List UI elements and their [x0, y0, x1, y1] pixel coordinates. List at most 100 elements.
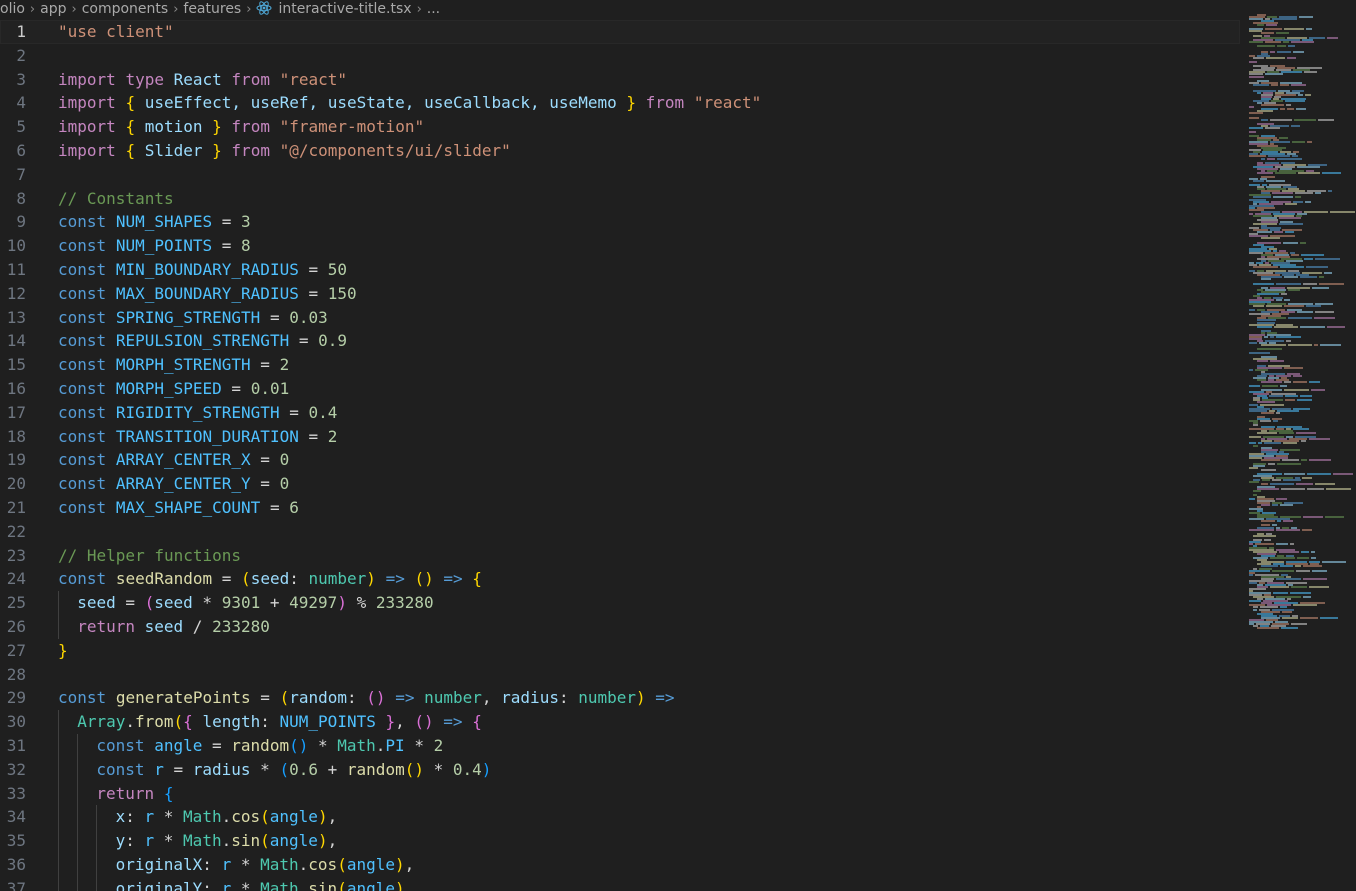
- line-number[interactable]: 19: [0, 448, 26, 472]
- code-line[interactable]: 28: [0, 663, 1240, 687]
- code-line[interactable]: 29 const generatePoints = (random: () => …: [0, 686, 1240, 710]
- line-number[interactable]: 13: [0, 306, 26, 330]
- code-line[interactable]: 12 const MAX_BOUNDARY_RADIUS = 150: [0, 282, 1240, 306]
- line-number[interactable]: 10: [0, 234, 26, 258]
- code-line[interactable]: 37 originalY: r * Math.sin(angle),: [0, 876, 1240, 891]
- code-text[interactable]: const MIN_BOUNDARY_RADIUS = 50: [58, 258, 347, 282]
- code-line[interactable]: 2: [0, 44, 1240, 68]
- line-number[interactable]: 36: [0, 853, 26, 877]
- line-number[interactable]: 34: [0, 805, 26, 829]
- code-line[interactable]: 31 const angle = random() * Math.PI * 2: [0, 734, 1240, 758]
- code-text[interactable]: import { motion } from "framer-motion": [58, 115, 424, 139]
- code-line[interactable]: 22: [0, 520, 1240, 544]
- line-number[interactable]: 17: [0, 401, 26, 425]
- code-line[interactable]: 36 originalX: r * Math.cos(angle),: [0, 853, 1240, 877]
- code-text[interactable]: import type React from "react": [58, 68, 347, 92]
- code-line[interactable]: 11 const MIN_BOUNDARY_RADIUS = 50: [0, 258, 1240, 282]
- line-number[interactable]: 20: [0, 472, 26, 496]
- line-number[interactable]: 31: [0, 734, 26, 758]
- line-number[interactable]: 30: [0, 710, 26, 734]
- code-line[interactable]: 16 const MORPH_SPEED = 0.01: [0, 377, 1240, 401]
- code-text[interactable]: const MAX_BOUNDARY_RADIUS = 150: [58, 282, 357, 306]
- line-number[interactable]: 24: [0, 567, 26, 591]
- code-line[interactable]: 5 import { motion } from "framer-motion": [0, 115, 1240, 139]
- line-number[interactable]: 27: [0, 639, 26, 663]
- breadcrumb-item-app[interactable]: app: [40, 1, 66, 17]
- line-number[interactable]: 3: [0, 68, 26, 92]
- line-number[interactable]: 5: [0, 115, 26, 139]
- code-line[interactable]: 19 const ARRAY_CENTER_X = 0: [0, 448, 1240, 472]
- line-number[interactable]: 26: [0, 615, 26, 639]
- code-text[interactable]: Array.from({ length: NUM_POINTS }, () =>…: [77, 710, 482, 734]
- code-text[interactable]: y: r * Math.sin(angle),: [116, 829, 338, 853]
- code-line[interactable]: 14 const REPULSION_STRENGTH = 0.9: [0, 329, 1240, 353]
- breadcrumb-more[interactable]: ...: [427, 1, 440, 17]
- minimap[interactable]: [1245, 14, 1356, 634]
- code-text[interactable]: // Constants: [58, 187, 174, 211]
- code-line[interactable]: 8 // Constants: [0, 187, 1240, 211]
- code-line[interactable]: 21 const MAX_SHAPE_COUNT = 6: [0, 496, 1240, 520]
- code-line[interactable]: 7: [0, 163, 1240, 187]
- breadcrumb-item-features[interactable]: features: [183, 1, 241, 17]
- code-line[interactable]: 35 y: r * Math.sin(angle),: [0, 829, 1240, 853]
- code-line[interactable]: 27}: [0, 639, 1240, 663]
- code-text[interactable]: const MAX_SHAPE_COUNT = 6: [58, 496, 299, 520]
- breadcrumb-file[interactable]: interactive-title.tsx: [278, 1, 411, 17]
- line-number[interactable]: 33: [0, 782, 26, 806]
- code-line[interactable]: 15 const MORPH_STRENGTH = 2: [0, 353, 1240, 377]
- line-number[interactable]: 23: [0, 544, 26, 568]
- code-text[interactable]: originalX: r * Math.cos(angle),: [116, 853, 415, 877]
- line-number[interactable]: 14: [0, 329, 26, 353]
- code-line[interactable]: 10 const NUM_POINTS = 8: [0, 234, 1240, 258]
- line-number[interactable]: 37: [0, 877, 26, 891]
- code-line[interactable]: 33 return {: [0, 781, 1240, 806]
- code-text[interactable]: const NUM_POINTS = 8: [58, 234, 251, 258]
- code-text[interactable]: x: r * Math.cos(angle),: [116, 805, 338, 829]
- code-line[interactable]: 6 import { Slider } from "@/components/ui…: [0, 139, 1240, 163]
- line-number[interactable]: 15: [0, 353, 26, 377]
- code-line[interactable]: 34 x: r * Math.cos(angle),: [0, 805, 1240, 830]
- code-line[interactable]: 13 const SPRING_STRENGTH = 0.03: [0, 306, 1240, 330]
- code-line[interactable]: 4 import { useEffect, useRef, useState, u…: [0, 91, 1240, 115]
- code-text[interactable]: const SPRING_STRENGTH = 0.03: [58, 306, 328, 330]
- line-number[interactable]: 18: [0, 425, 26, 449]
- code-text[interactable]: const REPULSION_STRENGTH = 0.9: [58, 329, 347, 353]
- line-number[interactable]: 25: [0, 591, 26, 615]
- line-number[interactable]: 32: [0, 758, 26, 782]
- code-line[interactable]: 3 import type React from "react": [0, 68, 1240, 92]
- code-line[interactable]: 24 const seedRandom = (seed: number) => (…: [0, 567, 1240, 591]
- code-text[interactable]: const MORPH_SPEED = 0.01: [58, 377, 289, 401]
- code-text[interactable]: import { Slider } from "@/components/ui/…: [58, 139, 511, 163]
- line-number[interactable]: 22: [0, 520, 26, 544]
- code-text[interactable]: "use client": [58, 20, 174, 44]
- code-text[interactable]: seed = (seed * 9301 + 49297) % 233280: [77, 591, 433, 615]
- code-text[interactable]: const seedRandom = (seed: number) => () …: [58, 567, 482, 591]
- code-text[interactable]: originalY: r * Math.sin(angle),: [116, 877, 415, 891]
- code-line[interactable]: 9 const NUM_SHAPES = 3: [0, 210, 1240, 234]
- code-line[interactable]: 18 const TRANSITION_DURATION = 2: [0, 425, 1240, 449]
- code-text[interactable]: return {: [96, 782, 173, 806]
- code-editor[interactable]: 1 "use client" 2 3 import type React from "r…: [0, 20, 1240, 891]
- code-text[interactable]: const r = radius * (0.6 + random() * 0.4…: [96, 758, 491, 782]
- code-text[interactable]: const ARRAY_CENTER_Y = 0: [58, 472, 289, 496]
- code-line[interactable]: 1 "use client": [0, 20, 1240, 44]
- line-number[interactable]: 9: [0, 210, 26, 234]
- code-line[interactable]: 23 // Helper functions: [0, 544, 1240, 568]
- code-text[interactable]: import { useEffect, useRef, useState, us…: [58, 91, 761, 115]
- code-text[interactable]: const RIGIDITY_STRENGTH = 0.4: [58, 401, 337, 425]
- code-text[interactable]: const TRANSITION_DURATION = 2: [58, 425, 337, 449]
- breadcrumb-item-components[interactable]: components: [82, 1, 169, 17]
- code-text[interactable]: return seed / 233280: [77, 615, 270, 639]
- line-number[interactable]: 29: [0, 686, 26, 710]
- line-number[interactable]: 2: [0, 44, 26, 68]
- line-number[interactable]: 11: [0, 258, 26, 282]
- code-line[interactable]: 20 const ARRAY_CENTER_Y = 0: [0, 472, 1240, 496]
- line-number[interactable]: 6: [0, 139, 26, 163]
- line-number[interactable]: 12: [0, 282, 26, 306]
- line-number[interactable]: 7: [0, 163, 26, 187]
- code-line[interactable]: 32 const r = radius * (0.6 + random() * 0…: [0, 757, 1240, 782]
- code-text[interactable]: // Helper functions: [58, 544, 241, 568]
- code-text[interactable]: const angle = random() * Math.PI * 2: [96, 734, 443, 758]
- code-line[interactable]: 25 seed = (seed * 9301 + 49297) % 233280: [0, 591, 1240, 615]
- code-text[interactable]: const generatePoints = (random: () => nu…: [58, 686, 675, 710]
